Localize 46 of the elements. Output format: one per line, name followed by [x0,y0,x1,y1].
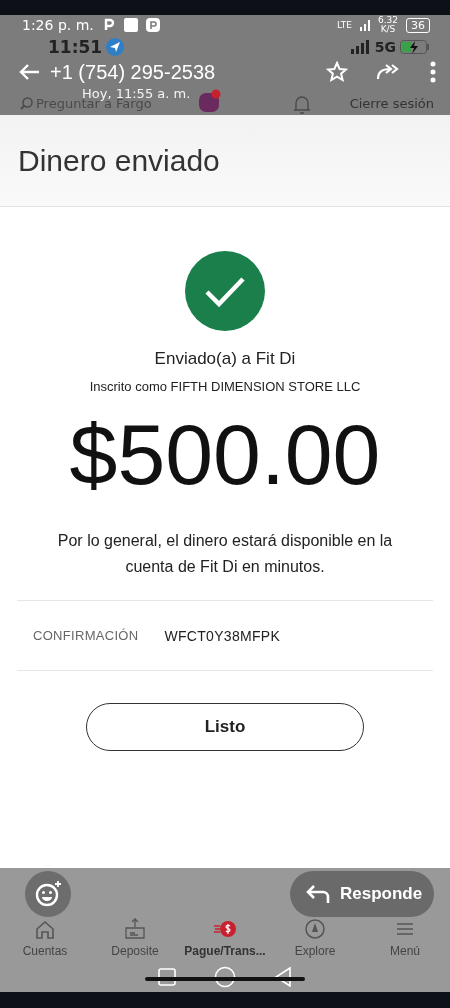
send-icon [106,37,125,56]
bell-icon[interactable] [293,93,311,115]
smiley-icon [34,880,62,908]
contact-number: +1 (754) 295-2538 [50,60,216,84]
done-button[interactable]: Listo [86,703,364,751]
nav-tab[interactable]: Pague/Trans... [180,918,270,962]
back-icon[interactable] [274,967,292,987]
nav-tab[interactable]: Menú [360,918,450,962]
reply-arrow-icon [306,884,330,904]
search-icon [20,97,33,110]
more-icon[interactable] [430,61,436,83]
signal-icon [359,19,370,31]
signal-icon [350,39,371,54]
overlay-time: 11:51 [48,36,103,57]
amount: $500.00 [69,405,381,504]
assistant-icon[interactable] [198,89,222,113]
check-circle-icon [185,251,265,331]
nav-tab[interactable]: Cuentas [0,918,90,962]
emoji-button[interactable] [25,871,71,917]
recipient-text: Enviado(a) a Fit Di [154,349,296,369]
notification-icon [123,18,138,32]
battery-level: 36 [406,17,430,33]
network-type: LTE [337,20,352,30]
dollar-coin-icon [214,918,236,940]
house-icon [34,918,56,940]
compass-icon [304,918,326,940]
deposit-icon [124,918,146,940]
charging-battery-icon [400,39,430,54]
page-title: Dinero enviado [0,115,450,207]
network-speed: 6.32 K/S [377,16,398,34]
network-type: 5G [374,38,396,55]
enrolled-as-text: Inscrito como FIFTH DIMENSION STORE LLC [89,379,361,394]
logout-link[interactable]: Cierre sesión [349,96,434,111]
confirmation-code: WFCT0Y38MFPK [164,627,281,644]
nav-tab[interactable]: Explore [270,918,360,962]
recents-icon[interactable] [158,968,176,986]
confirmation-label: CONFIRMACIÓN [33,628,139,643]
app-notification-icon [145,18,160,32]
home-icon[interactable] [214,966,236,988]
back-arrow-icon[interactable] [18,63,40,81]
status-time: 1:26 p. m. [22,17,94,33]
reply-button[interactable]: Responde [290,871,434,917]
availability-note: Por lo general, el dinero estará disponible en la cuenta de Fit Di en minutos. [56,531,394,577]
message-date: Hoy, 11:55 a. m. [82,86,191,101]
star-icon[interactable] [326,61,348,83]
nav-tab[interactable]: Deposite [90,918,180,962]
